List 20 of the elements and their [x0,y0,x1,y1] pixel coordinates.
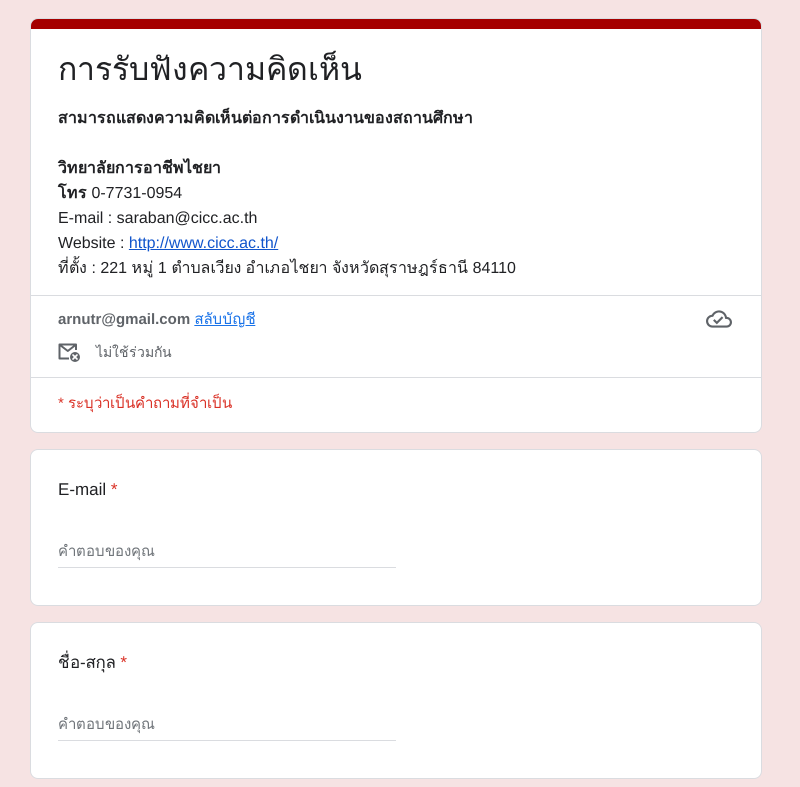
question-title: E-mail [58,480,106,499]
description-text: สามารถแสดงความคิดเห็นต่อการดำเนินงานของสถานศึกษา [58,106,473,131]
form-title: การรับฟังความคิดเห็น [58,50,362,89]
website-link[interactable]: http://www.cicc.ac.th/ [128,235,278,252]
description-text: โทร 0-7731-0954 [58,182,182,204]
cloud-check-icon [706,310,732,328]
sharing-note: ไม่ใช้ร่วมกัน [96,342,172,362]
description-text: วิทยาลัยการอาชีพไชยา [58,157,221,179]
question-title: ชื่อ-สกุล [58,653,116,672]
required-mark: * [110,480,118,499]
description-text: E-mail : saraban@cicc.ac.th [58,209,258,229]
mail-x-icon [58,342,80,362]
description-text: ที่ตั้ง : 221 หมู่ 1 ตำบลเวียง อำเภอไชยา จังหวัดสุราษฎร์ธานี 84110 [58,256,516,281]
answer-field[interactable]: คำตอบของคุณ [58,709,396,741]
website-line: Website : http://www.cicc.ac.th/ [58,234,278,254]
required-note: * ระบุว่าเป็นคำถามที่จำเป็น [58,395,232,412]
answer-field[interactable]: คำตอบของคุณ [58,536,396,568]
switch-account-link[interactable]: สลับบัญชี [194,311,256,328]
required-mark: * [120,653,128,672]
account-email: arnutr@gmail.com [58,311,190,328]
